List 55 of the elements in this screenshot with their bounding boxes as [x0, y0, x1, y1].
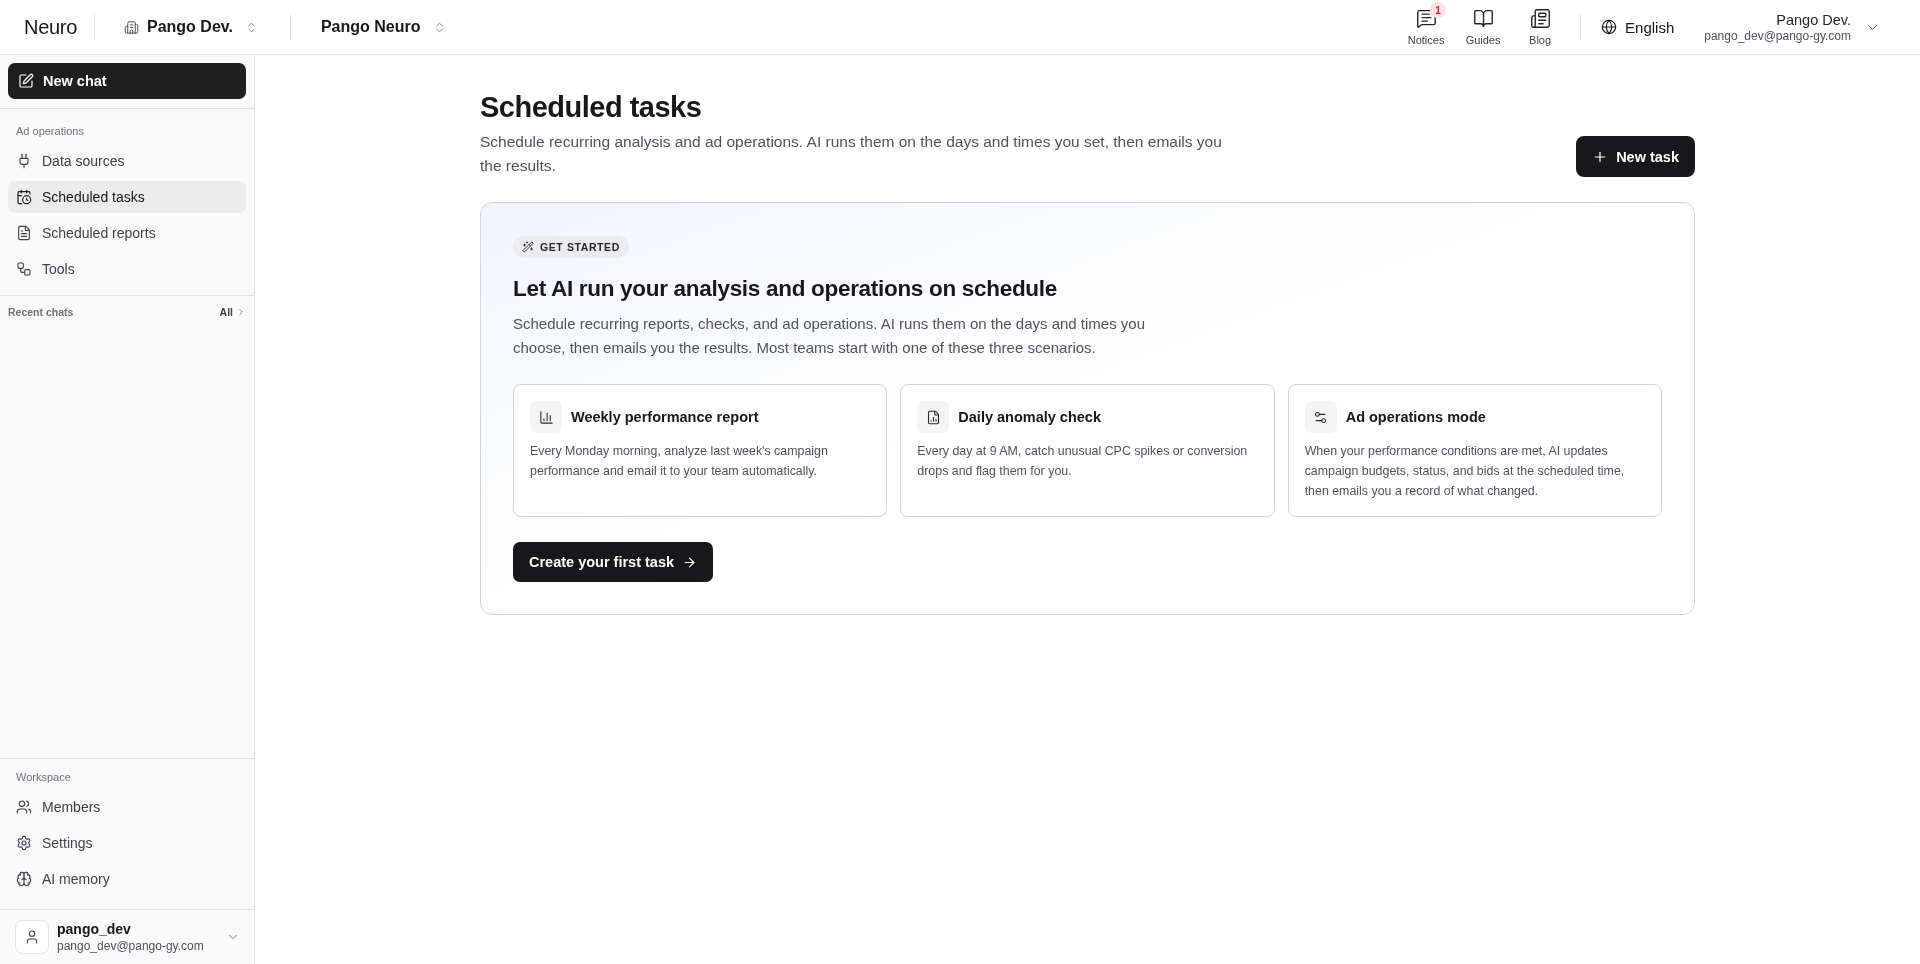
nav-link[interactable]: Blog — [1514, 2, 1567, 46]
sidebar-item[interactable]: Scheduled tasks — [8, 181, 246, 213]
new-chat-button[interactable]: New chat — [8, 63, 246, 99]
message-icon — [1415, 8, 1437, 29]
sidebar-item[interactable]: Data sources — [8, 145, 246, 177]
scenario-title: Daily anomaly check — [958, 409, 1101, 425]
brain-icon — [16, 871, 32, 887]
sliders-icon — [1304, 401, 1337, 433]
file-chart-icon — [917, 401, 950, 433]
language-selector[interactable]: English — [1601, 18, 1675, 36]
create-task-button[interactable]: Create your first task — [513, 542, 714, 582]
nav-link[interactable]: Guides — [1457, 2, 1510, 46]
sidebar-item[interactable]: AI memory — [8, 863, 246, 895]
tag-label: GET STARTED — [540, 241, 620, 253]
chevron-right-icon — [236, 307, 246, 317]
settings-icon — [16, 835, 32, 851]
scenario-description: When your performance conditions are met, AI updates campaign budgets, status, and bids at the scheduled time, then emails you a record of what changed. — [1304, 443, 1626, 500]
project-switcher[interactable]: Pango Neuro — [318, 14, 448, 40]
scenario-title: Weekly performance report — [571, 409, 759, 425]
calendar-clock-icon — [16, 189, 32, 205]
workflow-icon — [16, 261, 32, 277]
brand-name: Neuro — [24, 15, 77, 39]
section-heading: Recent chats — [8, 306, 74, 318]
user-menu[interactable]: pango_dev pango_dev@pango-gy.com — [0, 910, 254, 964]
sidebar-item[interactable]: Members — [8, 791, 246, 823]
all-chats-link[interactable]: All — [219, 306, 246, 318]
notification-count: 1 — [1430, 2, 1447, 18]
bar-chart-icon — [530, 401, 562, 433]
card-title: Let AI run your analysis and operations on schedule — [513, 275, 1058, 303]
nav-link[interactable]: Notices 1 — [1400, 2, 1453, 46]
new-task-button[interactable]: New task — [1576, 136, 1695, 177]
scenario-title: Ad operations mode — [1345, 409, 1486, 425]
sidebar-item[interactable]: Tools — [8, 253, 246, 285]
card-description: Schedule recurring reports, checks, and ad operations. AI runs them on the days and times you choose, then emails you the results. Most teams start with one of these three scenarios. — [513, 314, 1147, 358]
users-icon — [16, 799, 32, 815]
section-heading: Ad operations — [15, 125, 85, 137]
scenario-description: Every Monday morning, analyze last week's campaign performance and email it to your team automatically. — [530, 443, 829, 480]
document-icon — [16, 225, 32, 241]
book-icon — [1472, 8, 1494, 29]
organization-switcher[interactable]: Pango Dev. — [122, 14, 260, 40]
sidebar-item[interactable]: Settings — [8, 827, 246, 859]
sidebar-item[interactable]: Scheduled reports — [8, 217, 246, 249]
arrow-right-icon — [682, 554, 698, 570]
page-title: Scheduled tasks — [480, 90, 703, 125]
plug-icon — [16, 153, 32, 169]
section-heading: Workspace — [15, 771, 72, 783]
building-icon — [124, 19, 139, 35]
magic-wand-icon — [522, 241, 534, 253]
newspaper-icon — [1529, 8, 1551, 29]
edit-icon — [18, 73, 34, 89]
user-avatar-icon — [15, 920, 49, 954]
scenario-description: Every day at 9 AM, catch unusual CPC spikes or conversion drops and flag them for you. — [917, 443, 1249, 480]
globe-icon — [1601, 19, 1618, 35]
account-menu[interactable]: Pango Dev. pango_dev@pango-gy.com — [1704, 11, 1880, 43]
page-subtitle: Schedule recurring analysis and ad operations. AI runs them on the days and times you set, then emails you the results. — [480, 132, 1223, 176]
